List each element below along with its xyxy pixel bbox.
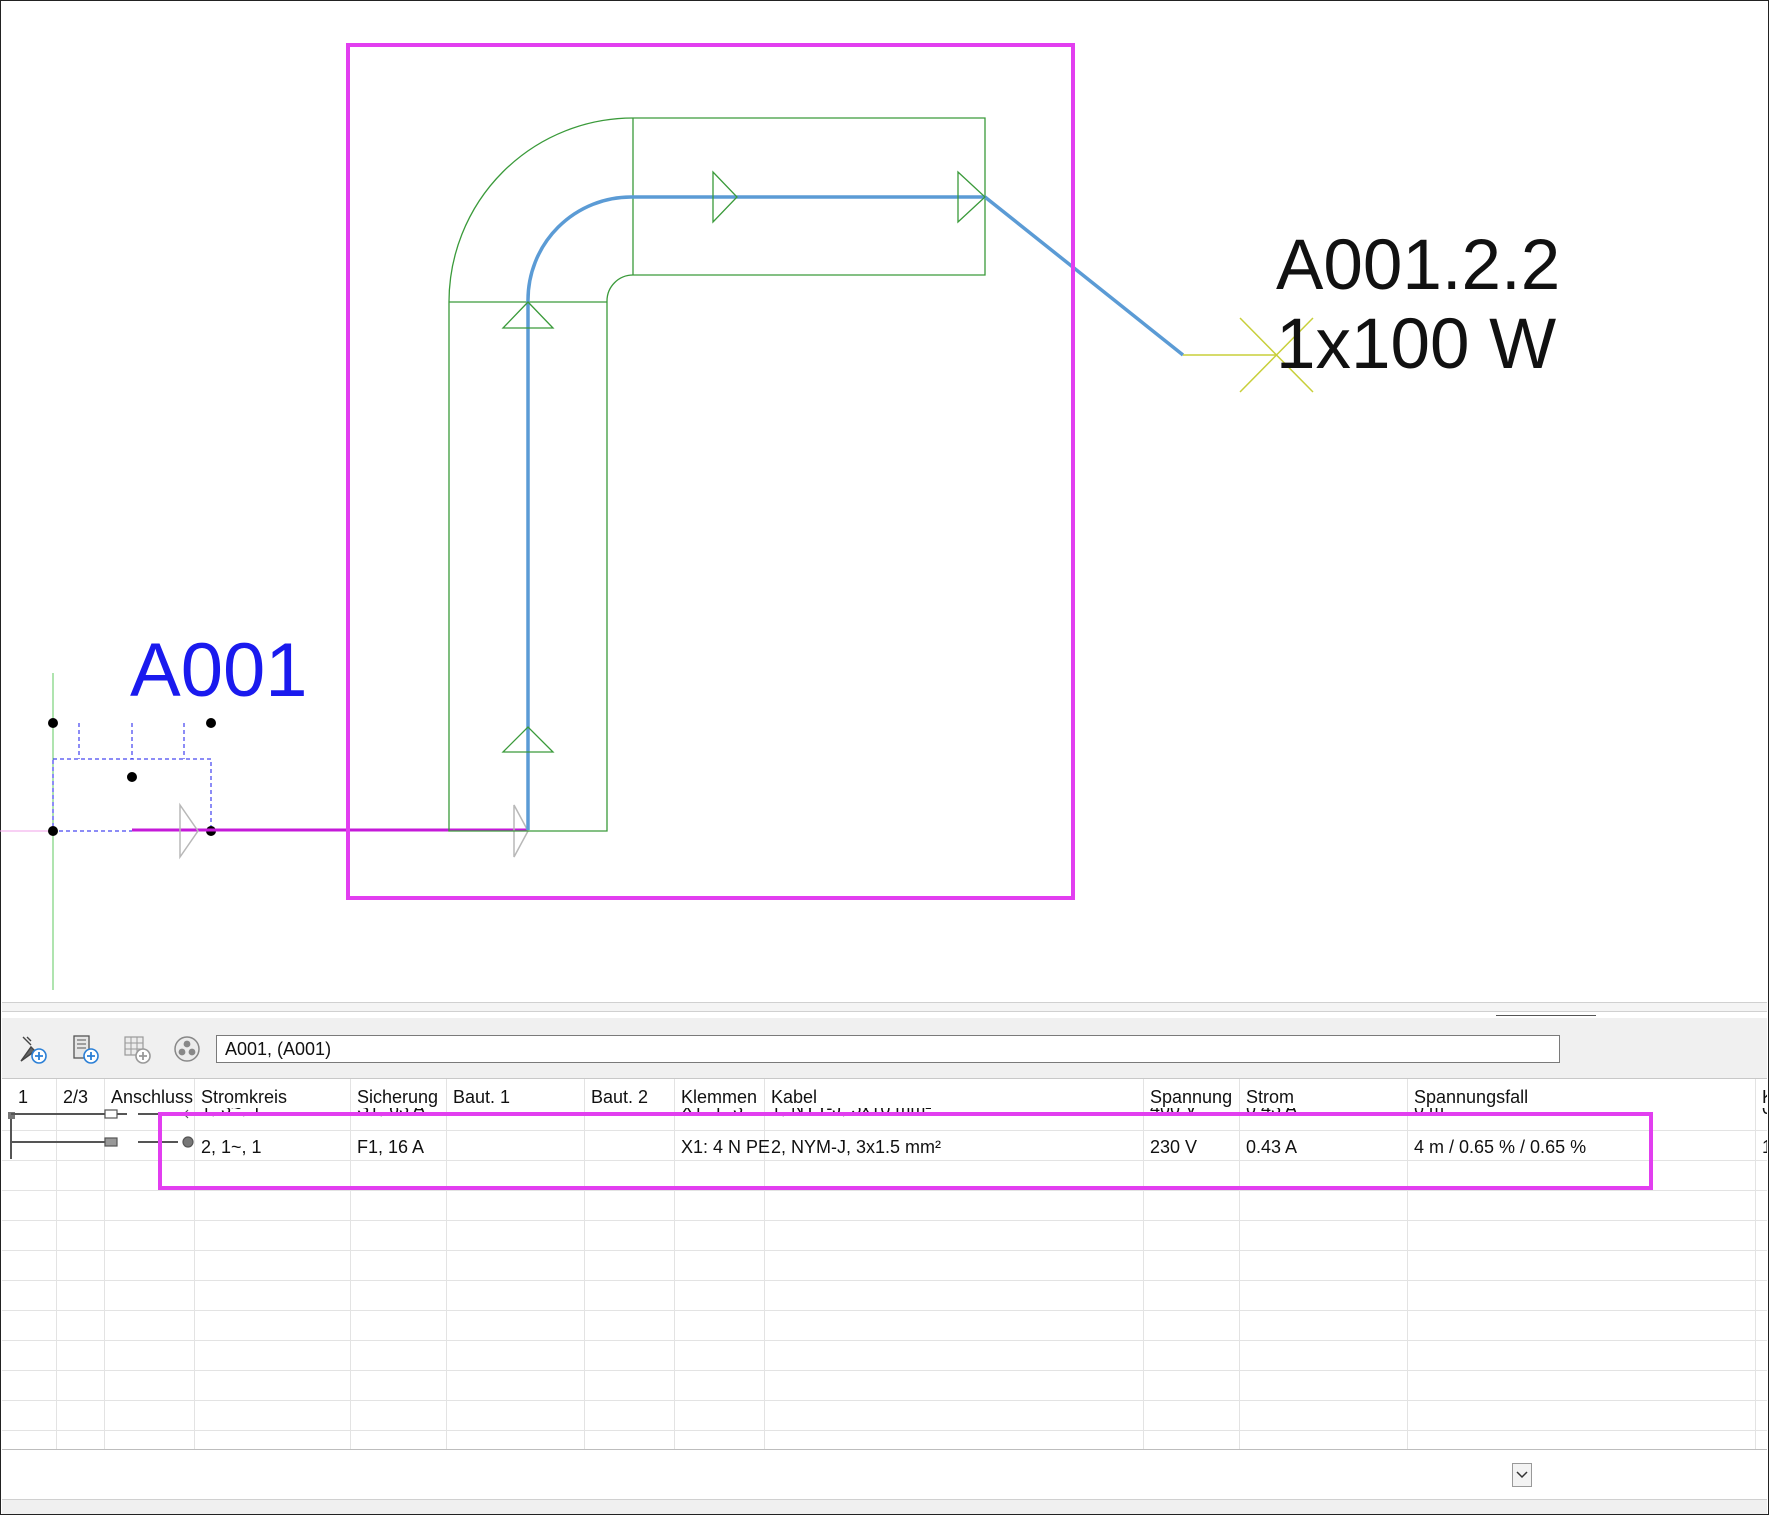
add-consumer-button[interactable] xyxy=(16,1032,50,1066)
panel-toolbar: A001, (A001) xyxy=(2,1018,1767,1079)
distributor-symbol[interactable] xyxy=(48,718,216,836)
power-label: 1x100 W xyxy=(1276,305,1557,384)
address-field[interactable]: A001, (A001) xyxy=(216,1035,1560,1063)
chevron-down-icon xyxy=(1516,1471,1528,1479)
circuit-label: A001.2.2 xyxy=(1276,226,1561,305)
grip-point xyxy=(206,718,216,728)
grip-point xyxy=(127,772,137,782)
panel-splitter[interactable] xyxy=(2,1002,1767,1012)
three-phase-icon xyxy=(174,1036,200,1062)
row2-k[interactable]: 1. xyxy=(1757,1133,1767,1161)
add-consumer-icon xyxy=(20,1036,47,1064)
splitter-grip[interactable] xyxy=(1496,1015,1596,1016)
distributor-label: A001 xyxy=(130,628,308,713)
row1-k[interactable]: 0 xyxy=(1757,1108,1767,1130)
status-bar xyxy=(2,1449,1767,1500)
three-phase-button[interactable] xyxy=(170,1032,204,1066)
circuit-panel: A001, (A001) 1 2/3 Anschluss Stromkreis xyxy=(2,1018,1767,1498)
grip-point xyxy=(48,718,58,728)
col-header-baut-1[interactable]: Baut. 1 xyxy=(448,1079,510,1115)
highlight-frame-drawing xyxy=(346,43,1075,900)
add-terminal-button[interactable] xyxy=(120,1032,154,1066)
status-dropdown-button[interactable] xyxy=(1512,1463,1532,1487)
add-distributor-button[interactable] xyxy=(68,1032,102,1066)
add-distributor-icon xyxy=(73,1035,99,1064)
highlight-frame-rows xyxy=(158,1112,1653,1190)
bottom-edge xyxy=(2,1499,1767,1514)
grip-point xyxy=(48,826,58,836)
col-header-baut-2[interactable]: Baut. 2 xyxy=(586,1079,648,1115)
add-terminal-icon xyxy=(124,1036,151,1064)
